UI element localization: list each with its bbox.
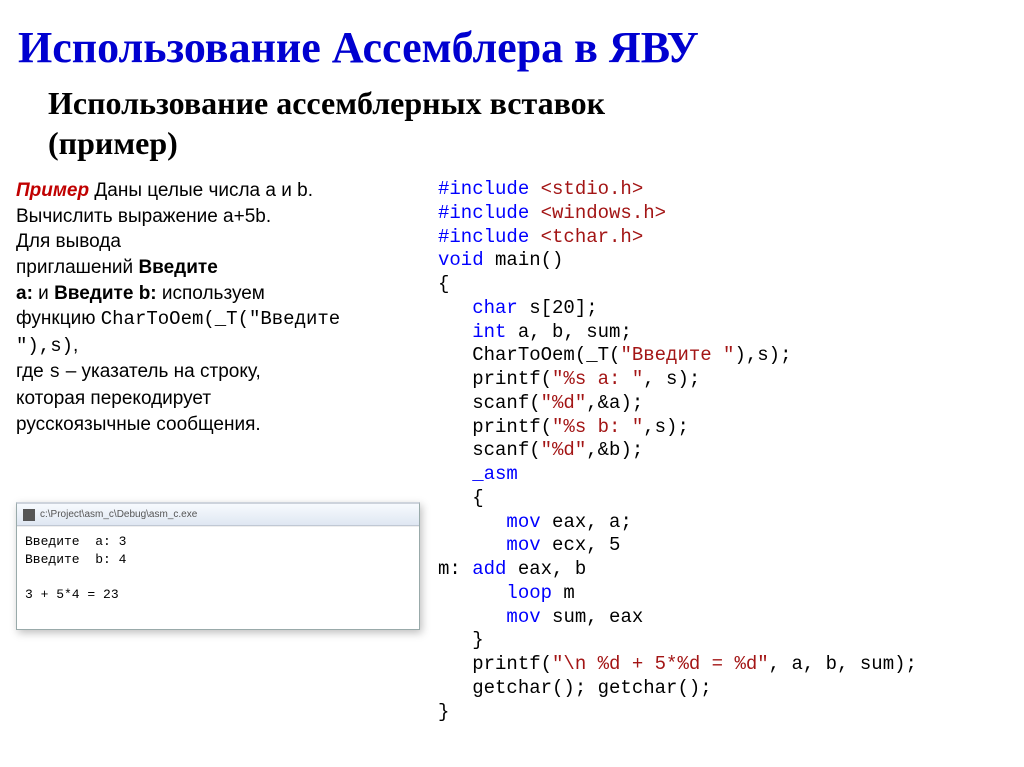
keyword: #include [438, 226, 529, 248]
asm-op: mov [506, 606, 540, 628]
code-text: { [438, 487, 484, 509]
code-text: main() [484, 249, 564, 271]
code-text [438, 463, 472, 485]
text-bold: Введите b: [54, 283, 157, 304]
text: Для вывода [16, 231, 121, 252]
keyword: void [438, 249, 484, 271]
slide-title: Использование Ассемблера в ЯВУ [0, 0, 1024, 83]
example-label: Пример [16, 180, 89, 201]
text: где [16, 361, 49, 382]
code-block: #include <stdio.h> #include <windows.h> … [438, 178, 998, 724]
console-titlebar: c:\Project\asm_c\Debug\asm_c.exe [17, 504, 419, 526]
code-text [438, 321, 472, 343]
console-output: Введите a: 3 Введите b: 4 3 + 5*4 = 23 [17, 526, 419, 629]
text: , [73, 335, 78, 356]
code-text: , s); [643, 368, 700, 390]
code-text: ,&a); [586, 392, 643, 414]
string: "%s a: " [552, 368, 643, 390]
code-text [438, 297, 472, 319]
text: Даны целые числа a и b. [89, 180, 313, 201]
code-text: { [438, 273, 449, 295]
console-title: c:\Project\asm_c\Debug\asm_c.exe [40, 509, 197, 520]
code-text: printf( [438, 416, 552, 438]
text: приглашений [16, 257, 138, 278]
slide-subtitle: Использование ассемблерных вставок(приме… [0, 83, 1024, 181]
code-text: eax, b [506, 558, 586, 580]
asm-op: add [472, 558, 506, 580]
text: и [33, 283, 54, 304]
code-inline: s [49, 361, 60, 383]
code-text: sum, eax [541, 606, 644, 628]
string: "%s b: " [552, 416, 643, 438]
string: "\n %d + 5*%d = %d" [552, 653, 769, 675]
text: Вычислить выражение a+5b. [16, 206, 271, 227]
code-text: printf( [438, 368, 552, 390]
code-text: CharToOem(_T( [438, 344, 620, 366]
text: используем [157, 283, 265, 304]
string: "Введите " [620, 344, 734, 366]
app-icon [23, 509, 35, 521]
string: "%d" [541, 392, 587, 414]
include-path: <tchar.h> [529, 226, 643, 248]
code-text: s[20]; [518, 297, 598, 319]
code-text: scanf( [438, 439, 541, 461]
include-path: <stdio.h> [529, 178, 643, 200]
keyword: #include [438, 178, 529, 200]
code-text: ),s); [734, 344, 791, 366]
text-bold: a: [16, 283, 33, 304]
code-text: } [438, 701, 449, 723]
keyword: #include [438, 202, 529, 224]
code-text: scanf( [438, 392, 541, 414]
code-text: m: [438, 558, 472, 580]
code-text: ,&b); [586, 439, 643, 461]
code-text: getchar(); getchar(); [438, 677, 712, 699]
asm-op: mov [506, 511, 540, 533]
code-text: m [552, 582, 575, 604]
keyword: char [472, 297, 518, 319]
include-path: <windows.h> [529, 202, 666, 224]
code-inline: "),s) [16, 335, 73, 357]
string: "%d" [541, 439, 587, 461]
code-inline: CharToOem(_T("Введите [101, 308, 340, 330]
code-text: } [438, 629, 484, 651]
console-window: c:\Project\asm_c\Debug\asm_c.exe Введите… [16, 502, 420, 630]
code-text [438, 582, 506, 604]
code-text: ecx, 5 [541, 534, 621, 556]
code-text: ,s); [643, 416, 689, 438]
text: – указатель на строку, [60, 361, 260, 382]
code-text [438, 534, 506, 556]
text: функцию [16, 308, 101, 329]
code-text: eax, a; [541, 511, 632, 533]
text: которая перекодирует [16, 388, 211, 409]
asm-op: mov [506, 534, 540, 556]
code-text [438, 606, 506, 628]
keyword: int [472, 321, 506, 343]
example-text: Пример Даны целые числа a и b. Вычислить… [16, 178, 416, 437]
text-bold: Введите [138, 257, 217, 278]
code-text: printf( [438, 653, 552, 675]
asm-op: loop [506, 582, 552, 604]
code-text [438, 511, 506, 533]
code-text: a, b, sum; [506, 321, 631, 343]
keyword: _asm [472, 463, 518, 485]
code-text: , a, b, sum); [769, 653, 917, 675]
text: русскоязычные сообщения. [16, 414, 261, 435]
